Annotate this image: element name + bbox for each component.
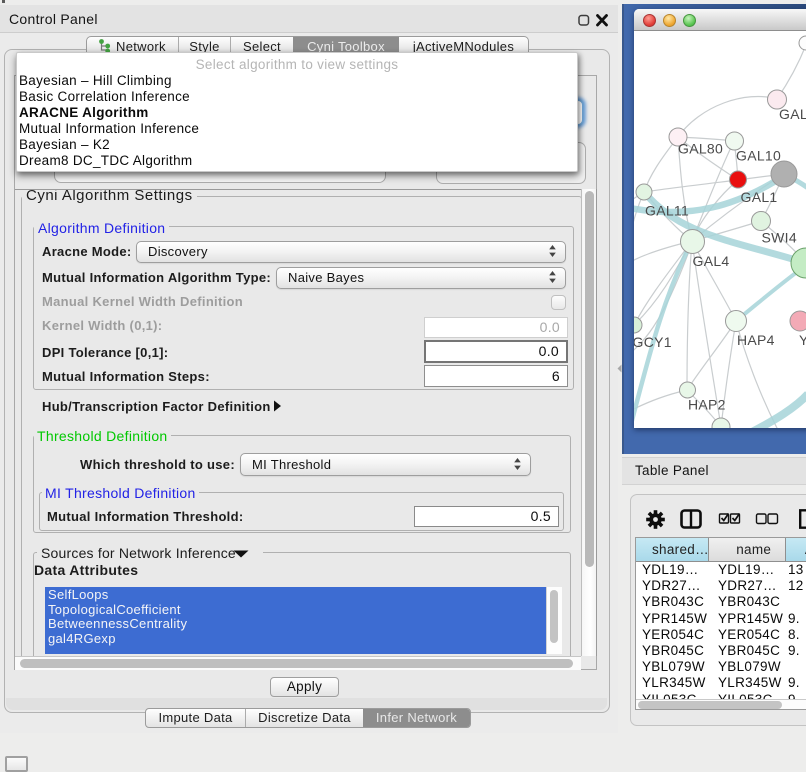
svg-text:GAL4: GAL4	[693, 253, 730, 269]
svg-text:HAP4: HAP4	[737, 332, 775, 348]
svg-text:GCY1: GCY1	[634, 334, 672, 350]
svg-text:GAL1: GAL1	[741, 189, 778, 205]
svg-text:SWI4: SWI4	[762, 230, 797, 246]
svg-text:GAL2: GAL2	[779, 106, 806, 122]
svg-text:GAL10: GAL10	[736, 148, 781, 164]
svg-text:HAP2: HAP2	[688, 397, 726, 413]
svg-text:Y: Y	[799, 332, 806, 348]
svg-text:GAL80: GAL80	[678, 141, 723, 157]
svg-text:GAL11: GAL11	[645, 203, 689, 219]
